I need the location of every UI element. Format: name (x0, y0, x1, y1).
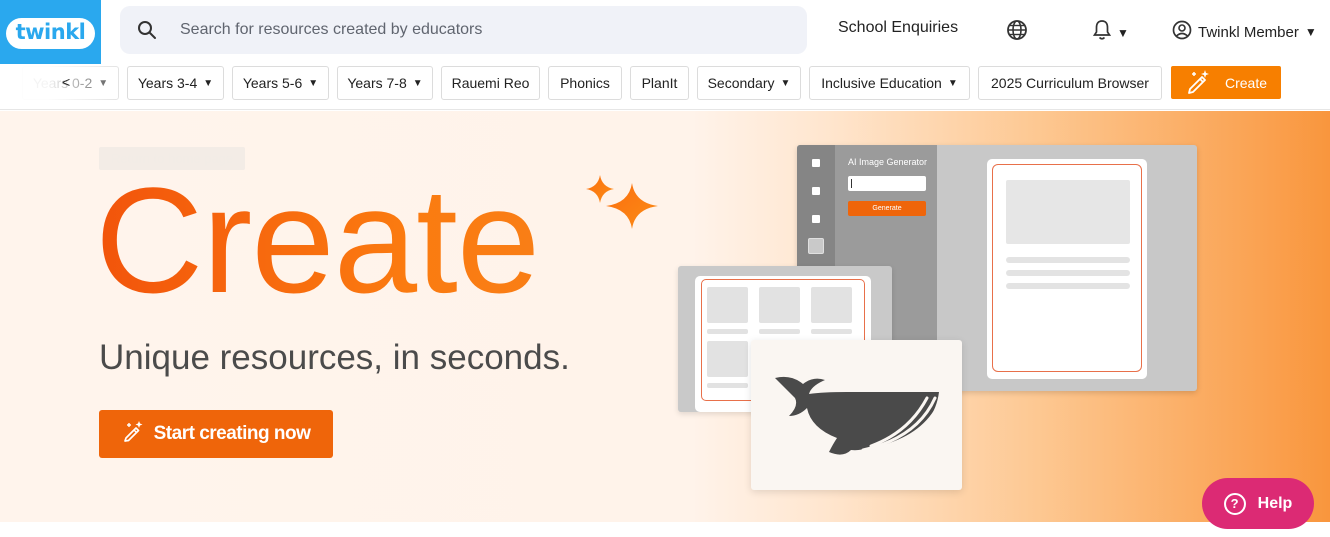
document-line (1006, 270, 1130, 276)
chevron-down-icon: ▼ (203, 77, 214, 89)
nav-item-label: Years 3-4 (137, 75, 198, 91)
chevron-down-icon: ▼ (947, 77, 958, 89)
sidebar-dot (812, 215, 820, 223)
grid-line (707, 383, 748, 388)
start-creating-label: Start creating now (153, 423, 311, 444)
bell-icon (1092, 19, 1112, 46)
search-input[interactable] (174, 21, 774, 39)
nav-item-label: Years 5-6 (242, 75, 303, 91)
search-icon[interactable] (120, 6, 174, 54)
member-label: Twinkl Member (1198, 23, 1299, 41)
grid-line (759, 329, 800, 334)
nav-item-years-5-6[interactable]: Years 5-6 ▼ (232, 66, 329, 100)
nav-item-label: Phonics (560, 75, 610, 91)
panel-title: AI Image Generator (848, 157, 928, 167)
panel-prompt-field (848, 176, 926, 191)
sparkle-icon (586, 175, 658, 229)
grid-tile (811, 287, 852, 323)
nav-item-years-3-4[interactable]: Years 3-4 ▼ (127, 66, 224, 100)
user-avatar-icon (1172, 20, 1192, 44)
nav-item-inclusive-education[interactable]: Inclusive Education ▼ (809, 66, 970, 100)
grid-tile (707, 341, 748, 377)
nav-item-years-7-8[interactable]: Years 7-8 ▼ (337, 66, 433, 100)
nav-item-label: Years 7-8 (347, 75, 407, 91)
nav-item-rauemi-reo[interactable]: Rauemi Reo (441, 66, 540, 100)
logo-text: twinkl (5, 17, 96, 49)
panel-generate-button: Generate (848, 201, 926, 216)
account-menu[interactable]: Twinkl Member ▼ (1172, 20, 1317, 44)
chevron-down-icon: ▼ (780, 77, 791, 89)
nav-item-phonics[interactable]: Phonics (548, 66, 622, 100)
page: twinkl School Enquiries ▼ Twinkl Member … (0, 0, 1330, 537)
illustration-whale-card (751, 340, 962, 490)
image-icon (808, 238, 824, 254)
chevron-down-icon: ▼ (1117, 25, 1129, 40)
twinkl-logo[interactable]: twinkl (0, 0, 101, 66)
nav-item-label: Secondary (707, 75, 775, 91)
grid-tile (707, 287, 748, 323)
nav-item-label: Inclusive Education (821, 75, 942, 91)
grid-line (707, 329, 748, 334)
document-line (1006, 257, 1130, 263)
sidebar-dot (812, 187, 820, 195)
nav-item-label: 2025 Curriculum Browser (991, 75, 1149, 91)
grid-tile (759, 287, 800, 323)
nav-item-label: Rauemi Reo (451, 75, 530, 91)
language-globe-icon[interactable] (1006, 19, 1028, 41)
nav-item-planit[interactable]: PlanIt (630, 66, 689, 100)
help-button[interactable]: ? Help (1202, 478, 1314, 529)
create-button-label: Create (1224, 74, 1268, 91)
hero-banner: Return to home page Create Unique resour… (0, 111, 1330, 522)
chevron-down-icon: ▼ (98, 77, 109, 89)
illustration-document (987, 159, 1147, 379)
nav-item-curriculum-browser[interactable]: 2025 Curriculum Browser (978, 66, 1162, 100)
document-image-placeholder (1006, 180, 1130, 244)
chevron-down-icon: ▼ (412, 77, 423, 89)
category-nav: Years 0-2 ▼ < Years 3-4 ▼ Years 5-6 ▼ Ye… (0, 64, 1330, 110)
grid-line (811, 329, 852, 334)
whale-icon (775, 376, 943, 455)
start-creating-button[interactable]: Start creating now (99, 410, 333, 458)
document-frame (992, 164, 1142, 372)
nav-item-years-0-2[interactable]: Years 0-2 ▼ (22, 66, 119, 100)
hero-subtitle: Unique resources, in seconds. (99, 338, 570, 377)
search-bar[interactable] (120, 6, 807, 54)
hero-title: Create (95, 156, 540, 324)
help-label: Help (1257, 494, 1293, 512)
nav-scroll-left-icon[interactable]: < (62, 74, 70, 90)
document-line (1006, 283, 1130, 289)
nav-item-secondary[interactable]: Secondary ▼ (697, 66, 801, 100)
notifications-button[interactable]: ▼ (1092, 19, 1129, 46)
magic-wand-icon (122, 420, 144, 448)
question-mark-icon: ? (1223, 492, 1246, 515)
nav-item-label: PlanIt (641, 75, 678, 91)
school-enquiries-link[interactable]: School Enquiries (838, 19, 958, 37)
sidebar-dot (812, 159, 820, 167)
chevron-down-icon: ▼ (308, 77, 319, 89)
school-enquiries-label: School Enquiries (838, 19, 959, 36)
chevron-down-icon: ▼ (1304, 25, 1317, 39)
create-button[interactable]: Create (1171, 66, 1281, 99)
magic-wand-icon (1185, 68, 1211, 97)
